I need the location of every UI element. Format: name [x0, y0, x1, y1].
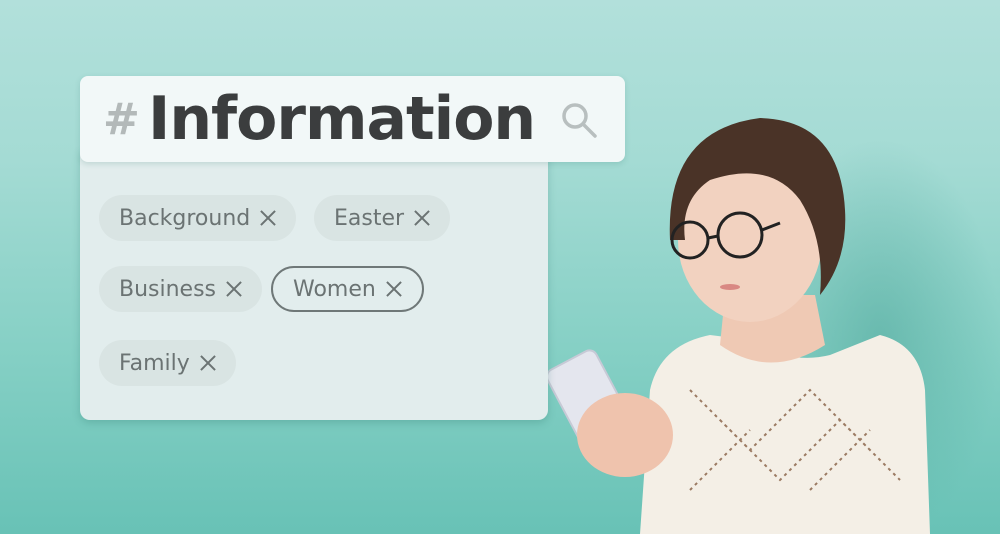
tag-women-selected[interactable]: Women — [271, 266, 424, 312]
close-icon[interactable] — [200, 355, 216, 371]
tag-background[interactable]: Background — [99, 195, 297, 241]
close-icon[interactable] — [386, 281, 402, 297]
sweater — [640, 335, 930, 534]
hands — [577, 393, 673, 477]
hero-banner: # Information Background Easter Business… — [0, 0, 1000, 534]
hashtag-symbol: # — [103, 94, 140, 145]
tag-label: Background — [119, 205, 251, 231]
close-icon[interactable] — [226, 281, 242, 297]
tag-label: Business — [119, 276, 217, 302]
search-icon[interactable] — [559, 100, 599, 140]
lips — [720, 284, 740, 290]
tag-panel: Background Easter Business Women Family — [80, 150, 548, 420]
tag-label: Easter — [334, 205, 405, 231]
close-icon[interactable] — [260, 210, 276, 226]
tag-label: Women — [293, 276, 376, 302]
tag-business[interactable]: Business — [99, 266, 263, 312]
tag-family[interactable]: Family — [99, 340, 236, 386]
close-icon[interactable] — [414, 210, 430, 226]
search-query[interactable]: Information — [148, 84, 536, 154]
search-bar[interactable]: # Information — [80, 76, 625, 162]
tag-label: Family — [119, 350, 190, 376]
tag-easter[interactable]: Easter — [314, 195, 451, 241]
